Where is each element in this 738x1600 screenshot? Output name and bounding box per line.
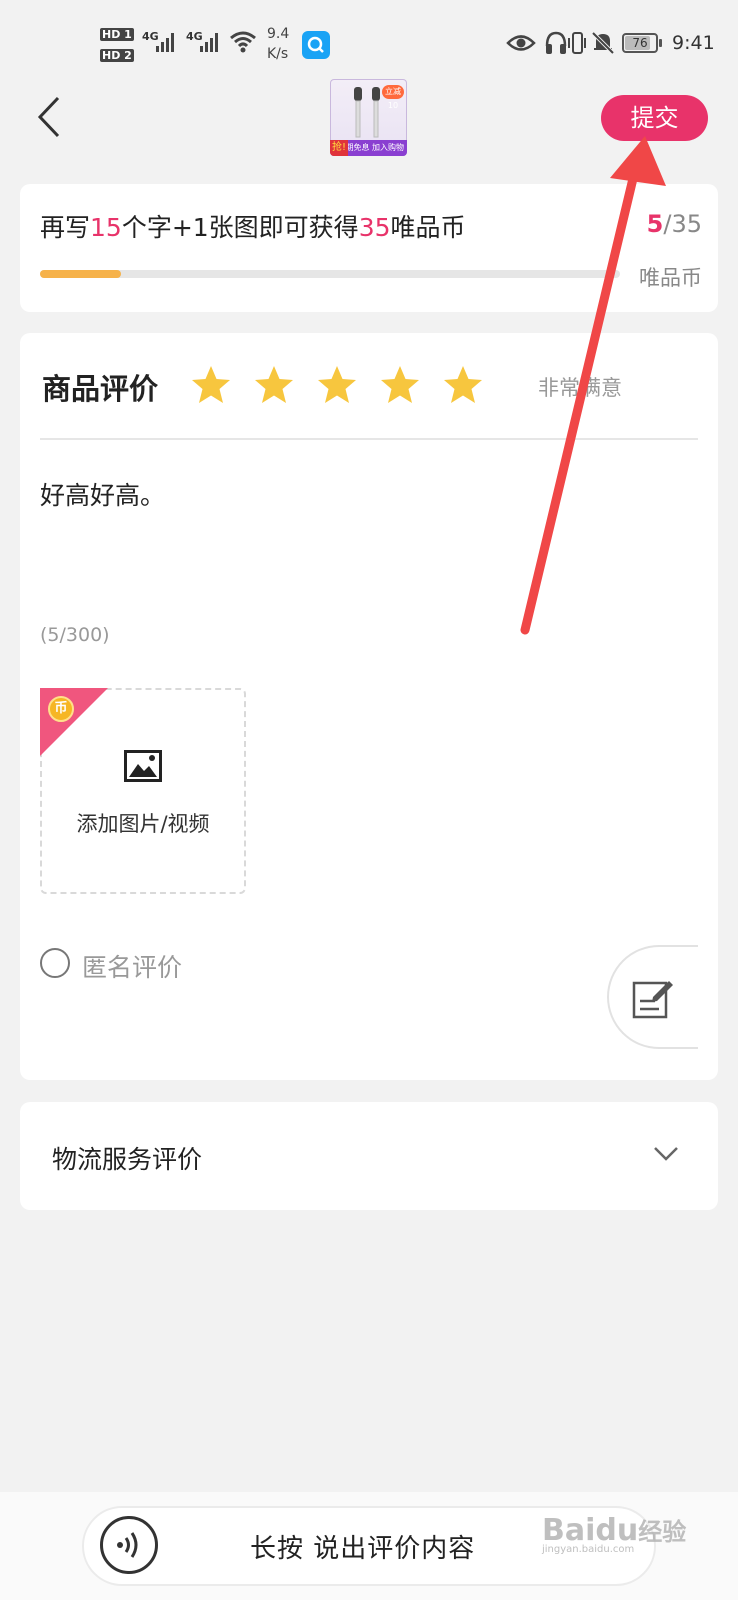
headphones-icon bbox=[545, 31, 567, 54]
review-text-input[interactable]: 好高好高。 bbox=[40, 476, 698, 616]
signal-icon bbox=[156, 33, 174, 52]
star-icon[interactable] bbox=[442, 364, 484, 406]
progress-count: 5/35 bbox=[630, 210, 702, 238]
hd2-badge: HD 2 bbox=[100, 49, 134, 62]
star-icon[interactable] bbox=[316, 364, 358, 406]
reward-suffix: 唯品币 bbox=[390, 213, 466, 242]
reward-progress-bar bbox=[40, 270, 620, 278]
add-media-button[interactable]: 币 添加图片/视频 bbox=[40, 688, 246, 894]
speed-unit: K/s bbox=[267, 46, 289, 62]
wifi-icon bbox=[230, 31, 256, 53]
voice-icon bbox=[100, 1516, 158, 1574]
back-button[interactable] bbox=[30, 92, 70, 142]
reward-message: 再写15个字+1张图即可获得35唯品币 bbox=[40, 208, 466, 244]
clock: 9:41 bbox=[672, 32, 715, 54]
vibrate-icon bbox=[568, 32, 586, 54]
speed-value: 9.4 bbox=[267, 26, 290, 42]
product-thumbnail: 立减10 分期免息 加入购物 抢! bbox=[330, 79, 407, 156]
discount-badge: 立减10 bbox=[382, 85, 404, 110]
eye-icon bbox=[506, 35, 536, 51]
baidu-watermark: Baidu经验 jingyan.baidu.com bbox=[542, 1512, 702, 1580]
reward-middle: 个字+1张图即可获得 bbox=[121, 213, 359, 242]
search-app-icon bbox=[302, 31, 330, 59]
voice-label: 长按 说出评价内容 bbox=[250, 1534, 476, 1564]
reward-corner-ribbon bbox=[40, 688, 108, 756]
mute-bell-icon bbox=[591, 31, 615, 55]
star-icon[interactable] bbox=[379, 364, 421, 406]
product-tag: 抢! bbox=[330, 140, 349, 156]
status-bar: HD 1 HD 2 4G 4G 9.4 K/s 76 9:41 bbox=[0, 0, 738, 80]
progress-total: /35 bbox=[663, 210, 702, 238]
review-text: 好高好高。 bbox=[40, 481, 166, 510]
add-media-label: 添加图片/视频 bbox=[76, 812, 210, 836]
signal-icon bbox=[200, 33, 218, 52]
reward-progress-fill bbox=[40, 270, 122, 278]
review-title: 商品评价 bbox=[42, 372, 159, 406]
logistics-title: 物流服务评价 bbox=[52, 1145, 203, 1174]
watermark-cn: 经验 bbox=[638, 1518, 687, 1546]
hd1-badge: HD 1 bbox=[100, 28, 134, 41]
coin-icon: 币 bbox=[48, 696, 74, 722]
watermark-brand: Baidu bbox=[542, 1513, 639, 1548]
anonymous-label[interactable]: 匿名评价 bbox=[82, 948, 182, 984]
edit-note-icon bbox=[632, 981, 673, 1019]
anonymous-radio[interactable] bbox=[40, 948, 70, 978]
reward-card bbox=[20, 184, 718, 312]
rating-label: 非常满意 bbox=[538, 376, 622, 400]
coins-amount: 35 bbox=[358, 213, 391, 242]
divider bbox=[40, 438, 698, 440]
image-icon bbox=[124, 750, 162, 782]
network-speed: 9.4 K/s bbox=[267, 24, 289, 64]
submit-button[interactable]: 提交 bbox=[601, 95, 708, 141]
chars-needed: 15 bbox=[90, 213, 122, 242]
chevron-down-icon[interactable] bbox=[652, 1144, 680, 1164]
battery-level: 76 bbox=[632, 36, 648, 50]
reward-prefix: 再写 bbox=[40, 213, 91, 242]
star-icon[interactable] bbox=[190, 364, 232, 406]
char-counter: (5/300) bbox=[40, 624, 110, 646]
progress-current: 5 bbox=[646, 210, 664, 238]
chevron-left-icon bbox=[37, 96, 60, 138]
star-icon[interactable] bbox=[253, 364, 295, 406]
sim-indicators: HD 1 HD 2 bbox=[100, 26, 134, 62]
battery-icon: 76 bbox=[622, 33, 662, 53]
progress-unit: 唯品币 bbox=[639, 266, 702, 290]
star-rating[interactable] bbox=[190, 364, 510, 410]
